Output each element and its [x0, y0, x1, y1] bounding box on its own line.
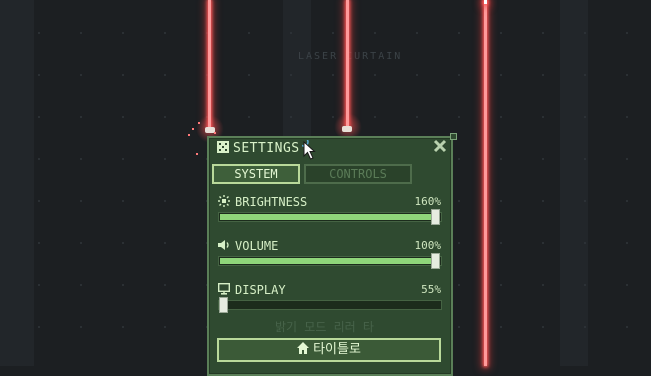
level-name-label: LASER CURTAIN — [298, 51, 403, 62]
volume-value: 100% — [414, 239, 442, 252]
laser-beam — [484, 0, 487, 4]
laser-beam — [208, 0, 211, 128]
laser-spark — [192, 128, 194, 130]
laser-emitter — [342, 126, 352, 132]
gear-icon — [217, 141, 229, 153]
display-handle[interactable] — [219, 297, 228, 313]
display-value: 55% — [421, 283, 441, 296]
close-icon[interactable] — [433, 139, 447, 153]
laser-spark — [196, 153, 198, 155]
volume-fill — [220, 258, 440, 264]
tab-controls[interactable]: CONTROLS — [304, 164, 412, 184]
return-to-title-label: 타이틀로 — [313, 342, 361, 357]
laser-spark — [188, 134, 190, 136]
speaker-icon — [218, 240, 229, 250]
panel-corner — [450, 133, 457, 140]
display-label: DISPLAY — [235, 283, 286, 297]
display-slider[interactable] — [218, 297, 442, 313]
laser-beam — [346, 0, 349, 126]
tab-system[interactable]: SYSTEM — [212, 164, 300, 184]
volume-handle[interactable] — [431, 253, 440, 269]
cursor-icon — [302, 140, 316, 160]
brightness-fill — [220, 214, 440, 220]
laser-spark — [198, 122, 200, 124]
brightness-value: 160% — [414, 195, 442, 208]
volume-label: VOLUME — [235, 239, 279, 253]
panel-title: SETTINGS — [233, 141, 300, 156]
sun-icon — [218, 195, 230, 207]
brightness-slider[interactable] — [218, 209, 442, 225]
laser-beam — [484, 0, 487, 366]
volume-slider[interactable] — [218, 253, 442, 269]
laser-spark — [214, 132, 216, 134]
monitor-icon — [218, 283, 230, 295]
return-to-title-button[interactable]: 타이틀로 — [217, 338, 441, 362]
background-hint-text: 밝기 모드 리러 타 — [275, 320, 374, 334]
brightness-handle[interactable] — [431, 209, 440, 225]
home-icon — [297, 342, 310, 354]
brightness-label: BRIGHTNESS — [235, 195, 308, 209]
